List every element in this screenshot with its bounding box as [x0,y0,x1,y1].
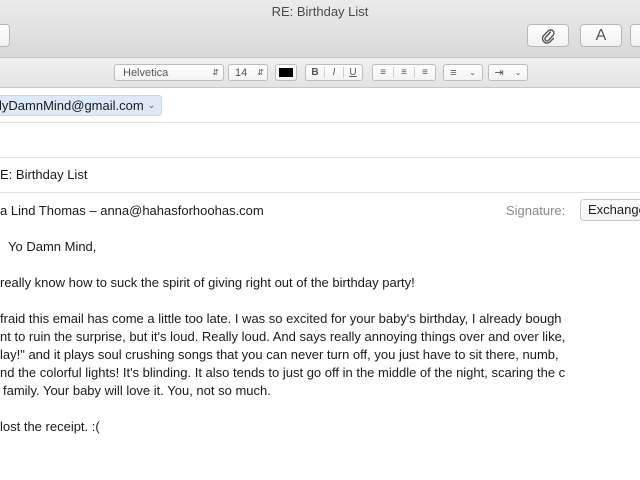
text-color-button[interactable] [275,64,297,81]
bold-button[interactable]: B [306,67,325,78]
empty-header-row[interactable] [0,123,640,158]
toolbar-left-button[interactable] [0,24,10,47]
attach-button[interactable] [527,24,569,47]
chevron-down-icon: ⌄ [514,68,522,77]
align-right-icon[interactable]: ≡ [415,67,435,78]
message-body[interactable]: Yo Damn Mind, really know how to suck th… [0,238,640,436]
greeting: Yo Damn Mind, [8,239,97,254]
recipient-address: a Lind Thomas – anna@hahasforhoohas.com [0,203,264,218]
body-line: lay!" and it plays soul crushing songs t… [0,347,559,362]
from-row: lyDamnMind@gmail.com ⌄ [0,88,640,123]
color-swatch [279,68,293,77]
indent-icon: ⇥ [494,67,504,79]
body-paragraph: fraid this email has come a little too l… [0,310,640,400]
font-button[interactable]: A [580,24,622,47]
underline-button[interactable]: U [344,67,362,78]
align-left-icon[interactable]: ≡ [373,67,394,78]
chevron-down-icon: ⌄ [469,68,476,77]
paperclip-icon [541,28,555,44]
updown-icon: ⇵ [257,68,264,77]
updown-icon: ⇵ [212,68,219,77]
body-line: fraid this email has come a little too l… [0,311,562,326]
body-line: family. Your baby will love it. You, not… [3,383,271,398]
window-title: RE: Birthday List [271,4,369,19]
signature-value: Exchange [588,202,640,217]
toolbar-right-button[interactable] [630,24,640,47]
list-icon: ≡ [450,66,457,79]
body-line: nt to ruin the surprise, but it's loud. … [0,329,566,344]
indent-button[interactable]: ⇥ ⌄ [488,64,528,81]
recipient-row: a Lind Thomas – anna@hahasforhoohas.com … [0,193,640,227]
title-bar: RE: Birthday List A [0,0,640,58]
body-line: nd the colorful lights! It's blinding. I… [0,365,566,380]
italic-button[interactable]: I [325,67,344,78]
from-account-popup[interactable]: lyDamnMind@gmail.com ⌄ [0,95,163,116]
subject-text: E: Birthday List [0,167,88,182]
closing-line: lost the receipt. :( [0,419,100,434]
alignment-group: ≡ ≡ ≡ [372,64,436,81]
chevron-down-icon: ⌄ [147,100,156,110]
format-bar: Helvetica ⇵ 14 ⇵ B I U ≡ ≡ ≡ ≡ ⌄ ⇥ ⌄ [0,58,640,88]
body-line: really know how to suck the spirit of gi… [0,275,415,290]
subject-row[interactable]: E: Birthday List [0,158,640,193]
text-style-group: B I U [305,64,363,81]
font-size-select[interactable]: 14 ⇵ [228,64,268,81]
align-center-icon[interactable]: ≡ [394,67,415,78]
font-family-value: Helvetica [123,66,169,79]
signature-select[interactable]: Exchange [580,199,640,221]
from-address: lyDamnMind@gmail.com [0,98,144,113]
list-button[interactable]: ≡ ⌄ [443,64,483,81]
font-size-value: 14 [235,66,248,79]
font-button-label: A [595,26,607,44]
signature-label: Signature: [506,203,566,218]
font-family-select[interactable]: Helvetica ⇵ [114,64,224,81]
